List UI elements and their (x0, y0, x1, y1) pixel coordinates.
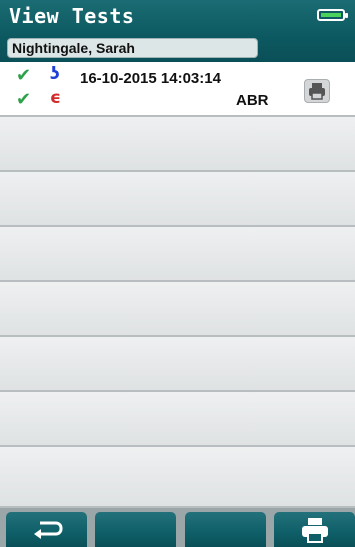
battery-charging-icon (317, 9, 348, 21)
header-bar: View Tests Nightingale, Sarah (0, 0, 355, 62)
right-ear-icon: ʖ (50, 64, 60, 84)
empty-row (0, 227, 355, 282)
print-button[interactable] (274, 512, 355, 547)
test-protocol: ABR (236, 92, 269, 109)
printer-icon[interactable] (304, 79, 330, 103)
empty-row (0, 172, 355, 227)
pass-check-icon: ✔ (16, 89, 32, 110)
pass-check-icon: ✔ (16, 65, 32, 86)
page-title: View Tests (9, 4, 135, 28)
footer-button-3[interactable] (185, 512, 266, 547)
empty-row (0, 282, 355, 337)
empty-row (0, 117, 355, 172)
empty-row (0, 337, 355, 392)
footer-button-2[interactable] (95, 512, 176, 547)
empty-row (0, 447, 355, 508)
test-row[interactable]: ✔ ʖ ✔ ϵ 16-10-2015 14:03:14 ABR (0, 62, 355, 117)
patient-name-field[interactable]: Nightingale, Sarah (7, 38, 258, 58)
left-ear-icon: ϵ (50, 88, 61, 108)
test-datetime: 16-10-2015 14:03:14 (80, 70, 221, 87)
test-list: ✔ ʖ ✔ ϵ 16-10-2015 14:03:14 ABR (0, 62, 355, 508)
back-button[interactable] (6, 512, 87, 547)
empty-row (0, 392, 355, 447)
back-arrow-icon (33, 521, 62, 539)
printer-icon (301, 517, 328, 543)
footer-bar (0, 508, 355, 547)
